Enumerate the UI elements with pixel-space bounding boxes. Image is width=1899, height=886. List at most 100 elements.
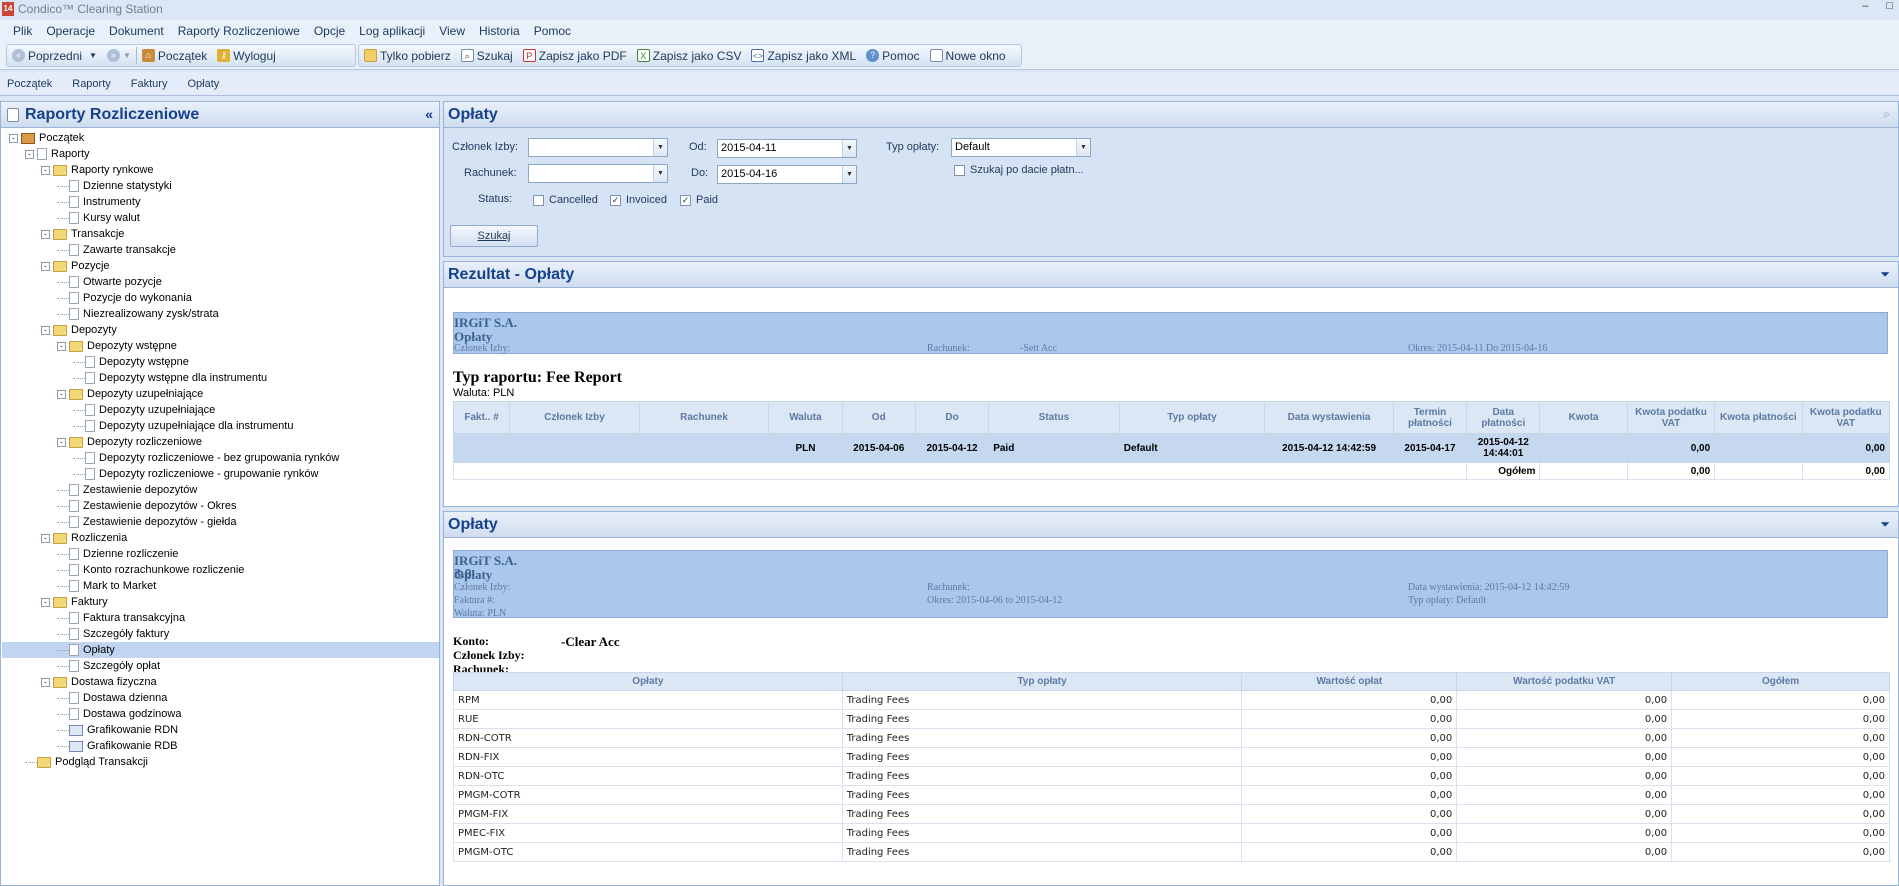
fetch-only-button[interactable]: Tylko pobierz (359, 45, 456, 66)
table-row[interactable]: PLN 2015-04-06 2015-04-12 Paid Default 2… (452, 433, 1891, 463)
search-icon[interactable]: ⌕ (1883, 107, 1890, 122)
save-csv-button[interactable]: X Zapisz jako CSV (632, 45, 747, 66)
table-row[interactable]: PMEC-FIX Trading Fees 0,00 0,00 0,00 (453, 823, 1890, 843)
column-header[interactable]: Termin płatności (1392, 401, 1468, 434)
account-select[interactable]: ▼ (528, 164, 668, 183)
tree-item[interactable]: Grafikowanie RDB (1, 738, 177, 754)
table-row[interactable]: PMGM-COTR Trading Fees 0,00 0,00 0,00 (453, 785, 1890, 805)
collapse-toggle-icon[interactable]: - (25, 149, 34, 159)
collapse-toggle-icon[interactable]: - (41, 597, 50, 607)
tree-item[interactable]: Depozyty uzupełniające dla instrumentu (1, 418, 293, 434)
column-header[interactable]: Waluta (768, 401, 843, 434)
tree-item[interactable]: Zestawienie depozytów (1, 482, 197, 498)
tree-item[interactable]: Grafikowanie RDN (1, 722, 178, 738)
table-row[interactable]: PMGM-OTC Trading Fees 0,00 0,00 0,00 (453, 842, 1890, 862)
fee-type-select[interactable]: Default ▼ (951, 138, 1091, 157)
column-header[interactable]: Data płatności (1466, 401, 1541, 434)
from-date-picker[interactable]: 2015-04-11 ▼ (717, 139, 857, 158)
home-button[interactable]: ⌂ Początek (137, 45, 212, 66)
tree-item[interactable]: Dzienne rozliczenie (1, 546, 178, 562)
breadcrumb-item-faktury[interactable]: Faktury (131, 78, 188, 90)
table-row[interactable]: RDN-FIX Trading Fees 0,00 0,00 0,00 (453, 747, 1890, 767)
column-header[interactable]: Kwota podatku VAT (1801, 401, 1891, 434)
tree-item[interactable]: Dzienne statystyki (1, 178, 172, 194)
table-row[interactable]: RPM Trading Fees 0,00 0,00 0,00 (453, 690, 1890, 710)
tree-item[interactable]: - Dostawa fizyczna (1, 674, 157, 690)
collapse-toggle-icon[interactable]: - (41, 533, 50, 543)
menu-plik[interactable]: Plik (6, 24, 39, 38)
tree-item[interactable]: Opłaty (2, 642, 439, 658)
column-header[interactable]: Wartość opłat (1241, 672, 1458, 691)
menu-opcje[interactable]: Opcje (307, 24, 352, 38)
tree-item[interactable]: Dostawa godzinowa (1, 706, 181, 722)
menu-operacje[interactable]: Operacje (39, 24, 102, 38)
column-header[interactable]: Do (914, 401, 990, 434)
table-row[interactable]: RUE Trading Fees 0,00 0,00 0,00 (453, 709, 1890, 729)
collapse-toggle-icon[interactable]: - (9, 133, 18, 143)
tree-item[interactable]: Zestawienie depozytów - Okres (1, 498, 236, 514)
tree-item[interactable]: Pozycje do wykonania (1, 290, 192, 306)
breadcrumb-item-raporty[interactable]: Raporty (72, 78, 131, 90)
tree-item[interactable]: Dostawa dzienna (1, 690, 167, 706)
column-header[interactable]: Rachunek (638, 401, 770, 434)
status-invoiced-checkbox[interactable]: ✓ Invoiced (610, 194, 667, 206)
column-header[interactable]: Typ opłaty (841, 672, 1243, 691)
breadcrumb-item-oplaty[interactable]: Opłaty (187, 78, 239, 90)
tree-item[interactable]: - Pozycje (1, 258, 110, 274)
column-header[interactable]: Status (988, 401, 1120, 434)
tree-item[interactable]: Zawarte transakcje (1, 242, 176, 258)
column-header[interactable]: Ogółem (1671, 672, 1890, 691)
collapse-toggle-icon[interactable]: - (41, 165, 50, 175)
tree-item[interactable]: Konto rozrachunkowe rozliczenie (1, 562, 244, 578)
tree-item[interactable]: Szczegóły faktury (1, 626, 169, 642)
collapse-panel-button[interactable]: « (425, 106, 433, 122)
collapse-toggle-icon[interactable]: - (41, 325, 50, 335)
pane-menu-icon[interactable]: ⏷ (1880, 267, 1890, 282)
status-cancelled-checkbox[interactable]: Cancelled (533, 194, 598, 206)
save-xml-button[interactable]: <> Zapisz jako XML (746, 45, 861, 66)
column-header[interactable]: Od (841, 401, 916, 434)
submit-search-button[interactable]: Szukaj (450, 225, 538, 247)
maximize-button[interactable]: □ (1886, 0, 1893, 12)
save-pdf-button[interactable]: P Zapisz jako PDF (518, 45, 632, 66)
to-date-picker[interactable]: 2015-04-16 ▼ (717, 165, 857, 184)
help-button[interactable]: ? Pomoc (861, 45, 924, 66)
back-button[interactable]: « Poprzedni ▼ (7, 45, 102, 66)
status-paid-checkbox[interactable]: ✓ Paid (680, 194, 718, 206)
column-header[interactable]: Kwota (1539, 401, 1628, 434)
column-header[interactable]: Opłaty (453, 672, 843, 691)
tree-item[interactable]: - Faktury (1, 594, 108, 610)
collapse-toggle-icon[interactable]: - (57, 389, 66, 399)
tree-item[interactable]: Faktura transakcyjna (1, 610, 185, 626)
search-by-payment-date-checkbox[interactable]: Szukaj po dacie płatn... (954, 164, 1084, 176)
tree-item[interactable]: Podgląd Transakcji (1, 754, 148, 770)
tree-item[interactable]: - Początek (1, 130, 84, 146)
breadcrumb-item-poczatek[interactable]: Początek (7, 78, 72, 90)
forward-button[interactable]: » ▼ (102, 45, 136, 66)
tree-item[interactable]: Depozyty wstępne (1, 354, 189, 370)
new-window-button[interactable]: Nowe okno (925, 45, 1011, 66)
table-row[interactable]: PMGM-FIX Trading Fees 0,00 0,00 0,00 (453, 804, 1890, 824)
tree-item[interactable]: Zestawienie depozytów - giełda (1, 514, 236, 530)
tree-item[interactable]: - Raporty (1, 146, 90, 162)
tree-item[interactable]: Instrumenty (1, 194, 140, 210)
collapse-toggle-icon[interactable]: - (41, 261, 50, 271)
menu-historia[interactable]: Historia (472, 24, 527, 38)
menu-dokument[interactable]: Dokument (102, 24, 171, 38)
column-header[interactable]: Data wystawienia (1264, 401, 1394, 434)
tree-item[interactable]: Depozyty uzupełniające (1, 402, 215, 418)
table-row[interactable]: RDN-OTC Trading Fees 0,00 0,00 0,00 (453, 766, 1890, 786)
logout-button[interactable]: ⚷ Wyloguj (212, 45, 281, 66)
search-button[interactable]: ⌕ Szukaj (456, 45, 518, 66)
minimize-button[interactable]: – (1862, 0, 1868, 12)
tree-item[interactable]: - Rozliczenia (1, 530, 127, 546)
tree-item[interactable]: Szczegóły opłat (1, 658, 160, 674)
tree-item[interactable]: - Depozyty rozliczeniowe (1, 434, 202, 450)
column-header[interactable]: Typ opłaty (1118, 401, 1266, 434)
column-header[interactable]: Fakt.. # (452, 401, 511, 434)
tree-item[interactable]: Mark to Market (1, 578, 156, 594)
tree-item[interactable]: Otwarte pozycje (1, 274, 162, 290)
tree-item[interactable]: - Depozyty uzupełniające (1, 386, 203, 402)
tree-item[interactable]: Depozyty rozliczeniowe - grupowanie rynk… (1, 466, 318, 482)
menu-raporty-rozliczeniowe[interactable]: Raporty Rozliczeniowe (171, 24, 307, 38)
